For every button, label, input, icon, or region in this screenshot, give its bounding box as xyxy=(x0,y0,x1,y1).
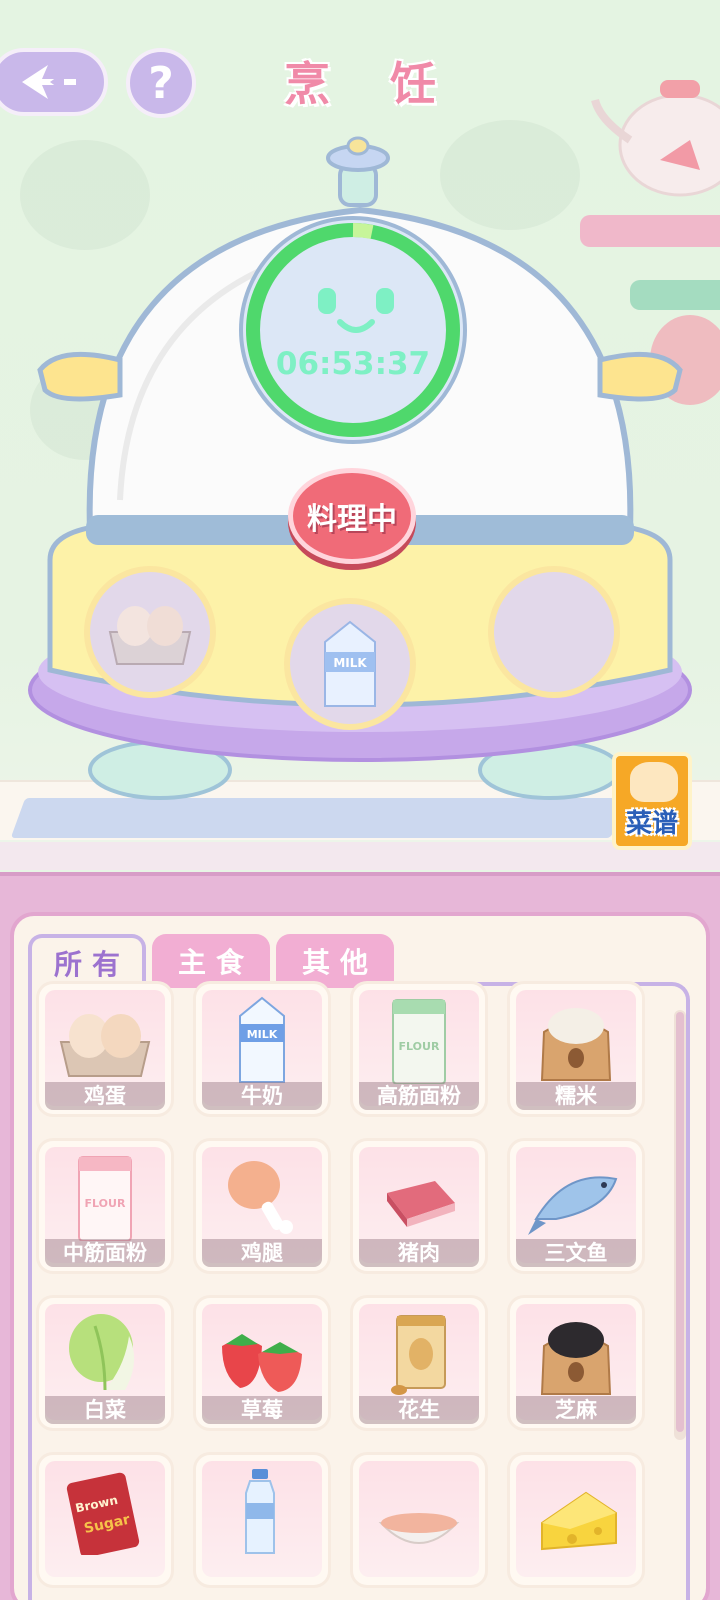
ingredient-item-egg[interactable]: 鸡蛋 xyxy=(39,984,171,1114)
ingredient-label: 糯米 xyxy=(516,1082,636,1110)
ingredient-item-cabbage[interactable]: 白菜 xyxy=(39,1298,171,1428)
scrollbar-thumb[interactable] xyxy=(676,1012,684,1432)
ingredient-label: 鸡蛋 xyxy=(45,1082,165,1110)
cabbage-icon xyxy=(69,1314,135,1391)
ingredient-label: 草莓 xyxy=(202,1396,322,1424)
chicken-leg-icon xyxy=(228,1161,293,1234)
svg-text:FLOUR: FLOUR xyxy=(85,1197,126,1210)
egg-carton-icon xyxy=(59,1014,151,1077)
strawberry-icon xyxy=(222,1334,302,1392)
tab-all[interactable]: 所有 xyxy=(28,934,146,988)
cheese-icon xyxy=(541,1491,617,1551)
salmon-icon xyxy=(528,1176,618,1235)
ingredient-item-sesame[interactable]: 芝麻 xyxy=(510,1298,642,1428)
sesame-sack-icon xyxy=(540,1322,612,1395)
ingredient-item-glutinous-rice[interactable]: 糯米 xyxy=(510,984,642,1114)
flour-bag-icon: FLOUR xyxy=(78,1156,132,1241)
cooking-status-button[interactable]: 料理中 xyxy=(288,468,416,564)
water-bottle-icon xyxy=(245,1469,275,1554)
cooking-timer: 06:53:37 xyxy=(275,346,431,382)
ingredient-item-milk[interactable]: MILK 牛奶 xyxy=(196,984,328,1114)
milk-carton-icon: MILK xyxy=(324,620,376,707)
cooker-slot-3-empty[interactable] xyxy=(488,566,620,698)
ingredient-label: 高筋面粉 xyxy=(359,1082,479,1110)
ingredient-item-bread-flour[interactable]: FLOUR 高筋面粉 xyxy=(353,984,485,1114)
egg-carton-icon xyxy=(108,606,192,665)
ingredient-item-peanut[interactable]: 花生 xyxy=(353,1298,485,1428)
svg-text:MILK: MILK xyxy=(333,656,367,670)
ingredient-item-pork[interactable]: 猪肉 xyxy=(353,1141,485,1271)
ingredient-label: 中筋面粉 xyxy=(45,1239,165,1267)
ingredient-label: 鸡腿 xyxy=(202,1239,322,1267)
bread-flour-bag-icon: FLOUR xyxy=(392,999,446,1084)
milk-carton-icon: MILK xyxy=(239,996,285,1083)
recipe-book-button[interactable]: 菜谱 xyxy=(612,752,692,850)
ingredient-item-water[interactable] xyxy=(196,1455,328,1585)
peanut-bag-icon xyxy=(391,1315,446,1395)
ingredient-item-salmon[interactable]: 三文鱼 xyxy=(510,1141,642,1271)
cooker-slot-1[interactable] xyxy=(84,566,216,698)
svg-text:MILK: MILK xyxy=(247,1028,278,1041)
rice-sack-icon xyxy=(540,1008,612,1081)
ingredient-label: 三文鱼 xyxy=(516,1239,636,1267)
brown-sugar-bag-icon: Brown Sugar xyxy=(66,1472,140,1555)
ingredient-label: 芝麻 xyxy=(516,1396,636,1424)
counter-front xyxy=(0,842,720,870)
ingredient-label: 猪肉 xyxy=(359,1239,479,1267)
cat-chef-icon xyxy=(630,762,678,802)
ingredient-item-cheese[interactable] xyxy=(510,1455,642,1585)
bowl-icon xyxy=(378,1513,460,1544)
cooker-slot-2[interactable]: MILK xyxy=(284,598,416,730)
category-tabs: 所有 主食 其他 xyxy=(28,934,394,990)
svg-text:FLOUR: FLOUR xyxy=(399,1040,440,1053)
pork-icon xyxy=(387,1181,455,1227)
ingredient-item-brown-sugar[interactable]: Brown Sugar xyxy=(39,1455,171,1585)
tab-staple[interactable]: 主食 xyxy=(152,934,270,988)
ingredient-item-chicken-leg[interactable]: 鸡腿 xyxy=(196,1141,328,1271)
tab-other[interactable]: 其他 xyxy=(276,934,394,988)
ingredient-label: 花生 xyxy=(359,1396,479,1424)
ingredient-item-strawberry[interactable]: 草莓 xyxy=(196,1298,328,1428)
recipe-book-label: 菜谱 xyxy=(625,809,678,839)
ingredient-item-bowl[interactable] xyxy=(353,1455,485,1585)
ingredient-item-all-purpose-flour[interactable]: FLOUR 中筋面粉 xyxy=(39,1141,171,1271)
ingredient-label: 牛奶 xyxy=(202,1082,322,1110)
ingredient-label: 白菜 xyxy=(45,1396,165,1424)
